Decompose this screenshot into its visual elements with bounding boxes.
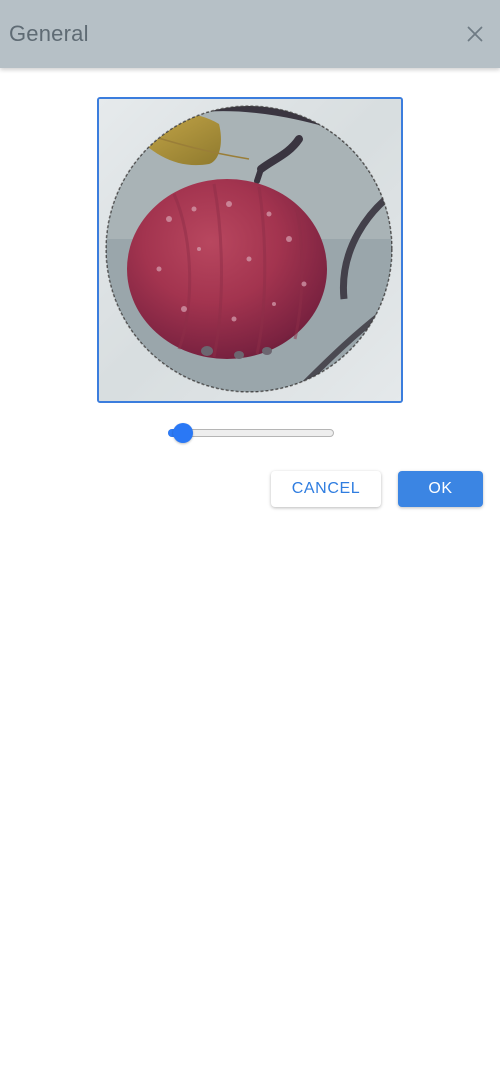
zoom-slider[interactable]: [166, 420, 336, 448]
zoom-slider-thumb[interactable]: [172, 423, 193, 443]
zoom-slider-track[interactable]: [168, 429, 334, 437]
image-cropper[interactable]: [97, 97, 403, 403]
ok-button[interactable]: OK: [398, 471, 483, 507]
close-icon: [467, 26, 483, 42]
cancel-button[interactable]: CANCEL: [271, 471, 381, 507]
dialog-header: General: [0, 0, 500, 68]
crop-image: [99, 99, 401, 401]
dialog-title: General: [9, 21, 89, 46]
close-button[interactable]: [460, 19, 490, 49]
